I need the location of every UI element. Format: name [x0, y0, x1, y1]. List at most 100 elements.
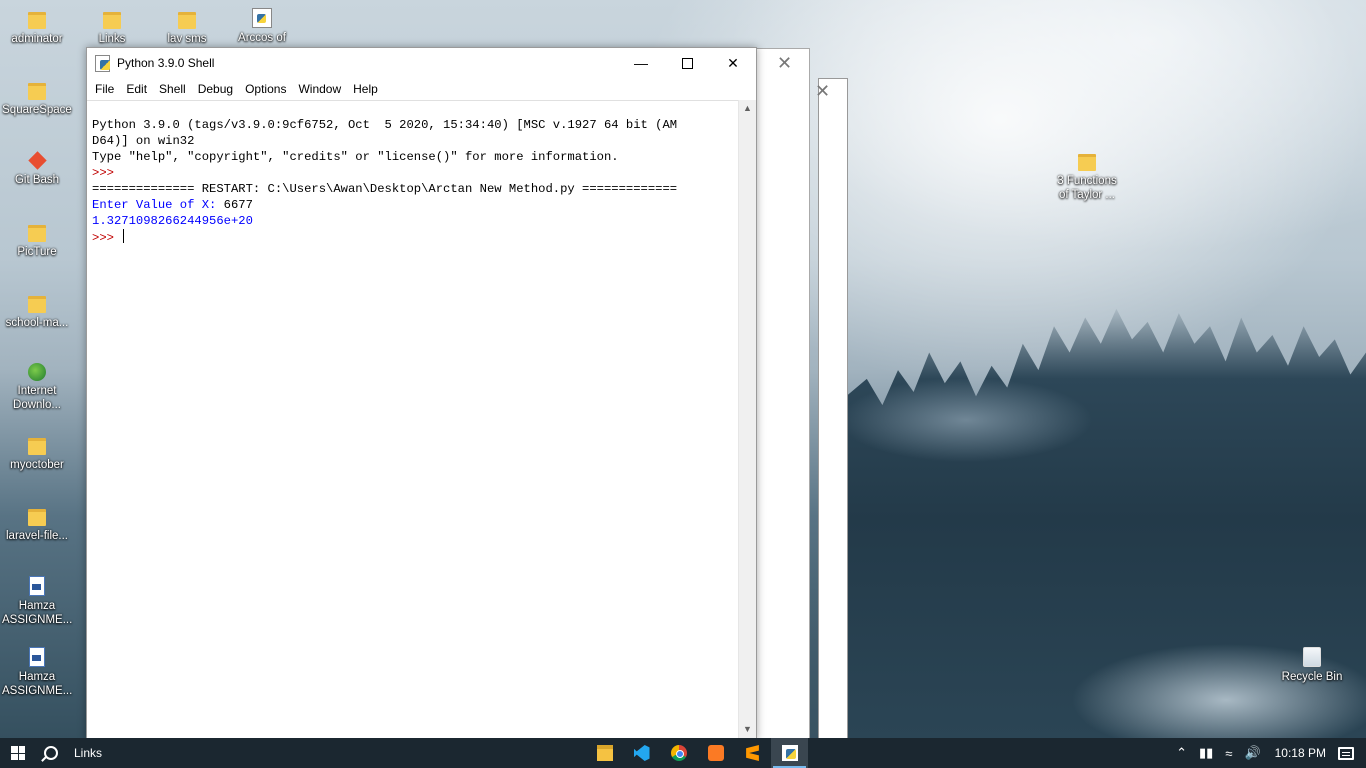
shell-prompt: >>> [92, 166, 122, 180]
word-document-icon [29, 576, 45, 596]
chrome-icon [670, 745, 687, 761]
desktop-icon-lav-sms[interactable]: lav sms [152, 8, 222, 46]
desktop-icon-label: myoctober [10, 459, 64, 471]
taskbar-search[interactable]: Links [36, 738, 564, 768]
git-icon [27, 151, 47, 170]
desktop-icon-label: lav sms [167, 33, 207, 45]
text-cursor [123, 229, 125, 243]
desktop-icon-3-functions-of-taylor[interactable]: 3 Functions of Taylor ... [1052, 150, 1122, 202]
desktop-icon-label: laravel-file... [6, 530, 68, 542]
scroll-up-arrow-icon[interactable]: ▲ [739, 100, 756, 117]
desktop-icon-laravel-file[interactable]: laravel-file... [2, 505, 72, 543]
windows-logo-icon [11, 746, 25, 760]
menu-file[interactable]: File [89, 82, 120, 96]
menu-shell[interactable]: Shell [153, 82, 192, 96]
volume-icon[interactable]: 🔊 [1244, 745, 1260, 761]
desktop-icon-adminator[interactable]: adminator [2, 8, 72, 46]
folder-icon [28, 83, 46, 100]
chevron-up-icon[interactable]: ⌃ [1176, 745, 1187, 761]
xampp-icon [707, 745, 724, 761]
menu-options[interactable]: Options [239, 82, 292, 96]
desktop-icon-picture[interactable]: PicTure [2, 221, 72, 259]
desktop-icon-label: Git Bash [14, 174, 60, 186]
globe-icon [28, 363, 46, 381]
vertical-scrollbar[interactable]: ▲ ▼ [738, 100, 756, 738]
desktop-icon-label: SquareSpace [2, 104, 72, 116]
start-button[interactable] [0, 738, 36, 768]
desktop-icon-myoctober[interactable]: myoctober [2, 434, 72, 472]
python-idle-icon [95, 55, 111, 72]
input-prompt-text: Enter Value of X: [92, 198, 224, 212]
folder-icon [28, 225, 46, 242]
desktop-icon-recycle-bin[interactable]: Recycle Bin [1277, 647, 1347, 684]
shell-banner-line: Python 3.9.0 (tags/v3.9.0:9cf6752, Oct 5… [92, 118, 678, 132]
scroll-down-arrow-icon[interactable]: ▼ [739, 721, 756, 738]
taskbar-vscode[interactable] [623, 738, 660, 768]
minimize-button[interactable]: — [618, 48, 664, 78]
input-value: 6677 [223, 198, 253, 212]
menu-debug[interactable]: Debug [192, 82, 239, 96]
title-bar[interactable]: Python 3.9.0 Shell — ✕ [87, 48, 756, 78]
menu-window[interactable]: Window [292, 82, 347, 96]
close-icon[interactable]: ✕ [777, 53, 792, 74]
folder-icon [178, 12, 196, 29]
battery-icon[interactable]: ▮▮ [1199, 745, 1213, 761]
recycle-bin-icon [1303, 647, 1321, 667]
desktop-icon-squarespace[interactable]: SquareSpace [2, 79, 72, 117]
shell-text-area[interactable]: Python 3.9.0 (tags/v3.9.0:9cf6752, Oct 5… [87, 100, 738, 738]
wifi-icon[interactable]: ≈ [1225, 746, 1232, 761]
desktop-icon-internet-download-manager[interactable]: Internet Downlo... [2, 363, 72, 412]
folder-icon [1078, 154, 1096, 171]
desktop-icon-label: adminator [11, 33, 63, 45]
taskbar-sublime[interactable] [734, 738, 771, 768]
shell-banner-line: Type "help", "copyright", "credits" or "… [92, 150, 619, 164]
close-button[interactable]: ✕ [710, 48, 756, 78]
desktop-icon-label: Recycle Bin [1281, 671, 1343, 683]
desktop-icon-git-bash[interactable]: Git Bash [2, 150, 72, 187]
shell-prompt: >>> [92, 231, 122, 245]
desktop-icon-label: school-ma... [5, 317, 69, 329]
shell-banner-line: D64)] on win32 [92, 134, 195, 148]
system-tray: ⌃ ▮▮ ≈ 🔊 10:18 PM [1170, 738, 1366, 768]
desktop-icon-links[interactable]: Links [77, 8, 147, 46]
folder-icon [28, 509, 46, 526]
search-icon [44, 746, 58, 760]
taskbar-xampp[interactable] [697, 738, 734, 768]
folder-icon [28, 296, 46, 313]
close-icon[interactable]: ✕ [815, 81, 830, 102]
taskbar-python-idle[interactable] [771, 738, 808, 768]
vscode-icon [633, 745, 650, 761]
output-value: 1.3271098266244956e+20 [92, 214, 253, 228]
desktop-icon-arccos-of[interactable]: Arccos of [227, 8, 297, 45]
desktop-icon-label: Arccos of [238, 32, 286, 44]
desktop-icon-school-ma[interactable]: school-ma... [2, 292, 72, 330]
folder-icon [596, 745, 613, 761]
clock[interactable]: 10:18 PM [1275, 746, 1326, 760]
desktop-icon-label: Links [98, 33, 126, 45]
desktop-icon-hamza-assignment-2[interactable]: Hamza ASSIGNME... [2, 647, 72, 698]
taskbar-apps [586, 738, 808, 768]
desktop-icon-label: 3 Functions of Taylor ... [1057, 175, 1117, 201]
word-document-icon [29, 647, 45, 667]
folder-icon [28, 438, 46, 455]
desktop-icon-hamza-assignment-1[interactable]: Hamza ASSIGNME... [2, 576, 72, 627]
python-idle-icon [781, 745, 798, 761]
restart-line: ============== RESTART: C:\Users\Awan\De… [92, 182, 678, 196]
taskbar-file-explorer[interactable] [586, 738, 623, 768]
taskbar-chrome[interactable] [660, 738, 697, 768]
background-window-1[interactable]: ✕ [756, 48, 810, 740]
notification-icon[interactable] [1338, 746, 1354, 760]
menu-edit[interactable]: Edit [120, 82, 153, 96]
menu-help[interactable]: Help [347, 82, 384, 96]
menu-bar: File Edit Shell Debug Options Window Hel… [87, 78, 756, 100]
sublime-icon [746, 745, 759, 761]
python-file-icon [252, 8, 272, 28]
python-shell-window[interactable]: Python 3.9.0 Shell — ✕ File Edit Shell D… [86, 47, 757, 740]
folder-icon [103, 12, 121, 29]
maximize-button[interactable] [664, 48, 710, 78]
window-title: Python 3.9.0 Shell [117, 56, 215, 70]
desktop-icon-label: PicTure [17, 246, 57, 258]
background-window-2[interactable]: ✕ [815, 78, 848, 740]
folder-icon [28, 12, 46, 29]
desktop-icon-label: Hamza ASSIGNME... [2, 671, 73, 697]
